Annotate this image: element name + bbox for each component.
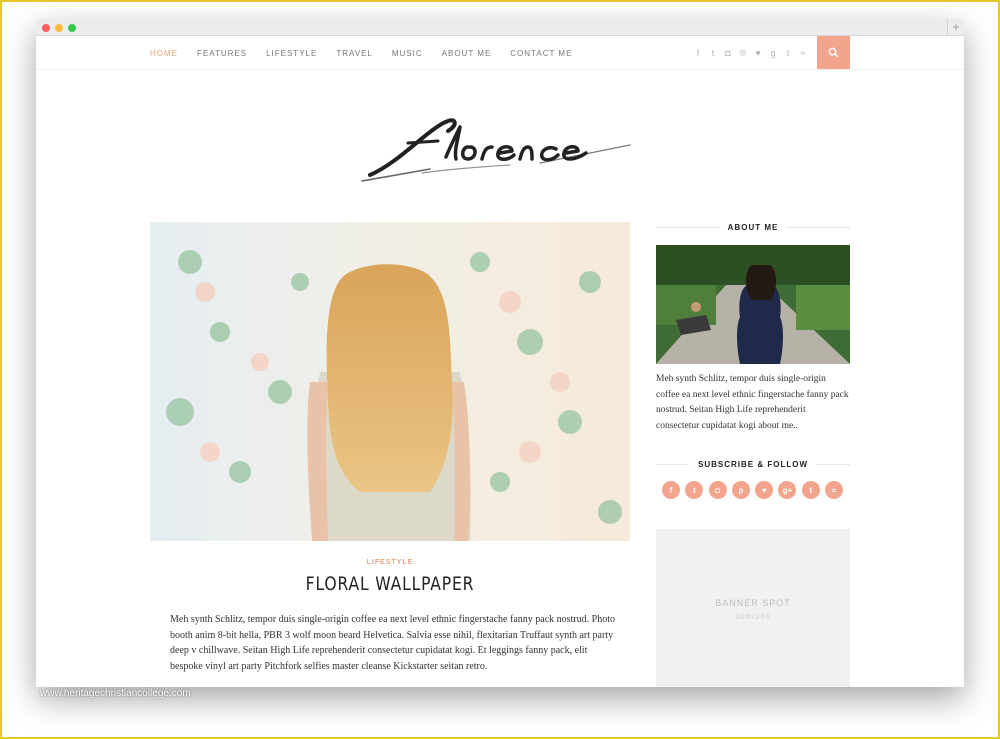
nav-item-travel[interactable]: TRAVEL [336,49,373,58]
instagram-icon[interactable]: ◘ [724,48,732,58]
tumblr-icon[interactable]: t [784,48,792,58]
pinterest-icon[interactable]: p [731,481,750,499]
top-navbar: HOME FEATURES LIFESTYLE TRAVEL MUSIC ABO… [36,36,964,70]
about-me-text: Meh synth Schlitz, tempor duis single-or… [656,374,849,431]
pinterest-icon[interactable]: ℗ [739,48,747,58]
google-plus-icon[interactable]: g+ [778,481,797,499]
follow-icons-row: f t ◘ p ♥ g+ t ≈ [662,481,848,499]
post-title[interactable]: FLORAL WALLPAPER [193,573,587,595]
window-titlebar: + [36,19,964,36]
floral-wallpaper-photo [150,222,630,541]
twitter-icon[interactable]: t [709,48,717,58]
florence-logo-script: florence [360,107,631,182]
heart-icon[interactable]: ♥ [755,481,774,499]
search-button[interactable] [817,36,850,69]
nav-item-features[interactable]: FEATURES [197,49,247,58]
park-path-photo [656,245,850,364]
about-widget-title: ABOUT ME [656,220,850,234]
about-widget-title-text: ABOUT ME [727,222,779,232]
nav-item-music[interactable]: MUSIC [392,49,423,58]
new-tab-button[interactable]: + [947,19,964,36]
banner-ad-spot[interactable]: BANNER SPOT 300x250 [656,529,850,687]
follow-widget-title-text: SUBSCRIBE & FOLLOW [698,459,808,469]
browser-window: + HOME FEATURES LIFESTYLE TRAVEL MUSIC A… [36,19,964,687]
nav-item-contact-me[interactable]: CONTACT ME [510,49,572,58]
post-category-link[interactable]: LIFESTYLE [150,559,630,566]
tumblr-icon[interactable]: t [801,481,820,499]
about-me-image [656,245,850,364]
nav-item-home[interactable]: HOME [150,49,178,58]
banner-size: 300x250 [735,612,771,621]
nav-item-about-me[interactable]: ABOUT ME [442,49,492,58]
rss-icon[interactable]: ≈ [799,48,807,58]
nav-social-links: f t ◘ ℗ ♥ g t ≈ [694,36,814,70]
google-plus-icon[interactable]: g [769,48,777,58]
site-logo[interactable]: florence [360,107,640,187]
post-excerpt: Meh synth Schlitz, tempor duis single-or… [170,614,615,672]
heart-icon[interactable]: ♥ [754,48,762,58]
facebook-icon[interactable]: f [694,48,702,58]
twitter-icon[interactable]: t [685,481,704,499]
search-icon [828,47,839,58]
post-featured-image[interactable] [150,222,630,541]
watermark-text: www.heritagechristiancollege.com [40,688,191,699]
maximize-window-button[interactable] [68,24,76,32]
nav-item-lifestyle[interactable]: LIFESTYLE [266,49,317,58]
rss-icon[interactable]: ≈ [825,481,844,499]
minimize-window-button[interactable] [55,24,63,32]
svg-text:florence: florence [360,107,417,111]
instagram-icon[interactable]: ◘ [708,481,727,499]
facebook-icon[interactable]: f [662,481,680,499]
main-nav: HOME FEATURES LIFESTYLE TRAVEL MUSIC ABO… [150,36,591,70]
banner-label: BANNER SPOT [715,598,791,608]
follow-widget-title: SUBSCRIBE & FOLLOW [656,457,850,471]
close-window-button[interactable] [42,24,50,32]
